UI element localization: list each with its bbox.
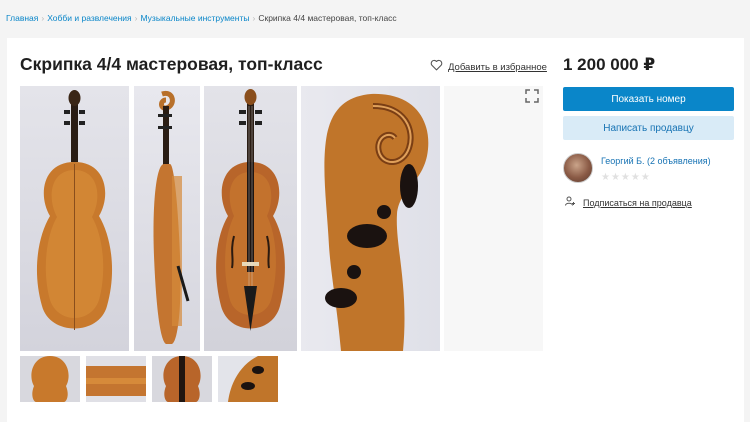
subscribe-seller-button[interactable]: Подписаться на продавца xyxy=(564,194,692,212)
photo-violin-side[interactable] xyxy=(134,86,200,351)
listing-card: Скрипка 4/4 мастеровая, топ-класс Добави… xyxy=(7,38,744,422)
price: 1 200 000 ₽ xyxy=(563,55,656,74)
seller-info: Георгий Б. (2 объявления) ★★★★★ xyxy=(563,153,711,183)
thumbnail-1[interactable] xyxy=(20,356,80,402)
avatar[interactable] xyxy=(563,153,593,183)
breadcrumb-current: Скрипка 4/4 мастеровая, топ-класс xyxy=(258,13,397,23)
photo-violin-front[interactable] xyxy=(204,86,297,351)
subscribe-seller-label: Подписаться на продавца xyxy=(583,198,692,208)
show-phone-button[interactable]: Показать номер xyxy=(563,87,734,111)
breadcrumb-hobby[interactable]: Хобби и развлечения xyxy=(47,13,131,23)
thumbnail-strip xyxy=(20,356,278,402)
breadcrumb-separator: › xyxy=(252,13,256,23)
user-plus-icon xyxy=(564,194,576,212)
seller-name-link[interactable]: Георгий Б. (2 объявления) xyxy=(601,156,711,166)
breadcrumb-home[interactable]: Главная xyxy=(6,13,38,23)
thumbnail-4[interactable] xyxy=(218,356,278,402)
breadcrumb-separator: › xyxy=(41,13,45,23)
photo-violin-back[interactable] xyxy=(20,86,129,351)
write-seller-button[interactable]: Написать продавцу xyxy=(563,116,734,140)
photo-violin-scroll[interactable] xyxy=(301,86,440,351)
thumbnail-3[interactable] xyxy=(152,356,212,402)
heart-icon xyxy=(430,58,443,76)
add-to-favorites-label: Добавить в избранное xyxy=(448,61,547,73)
thumbnail-2[interactable] xyxy=(86,356,146,402)
breadcrumb-music[interactable]: Музыкальные инструменты xyxy=(141,13,250,23)
add-to-favorites-button[interactable]: Добавить в избранное xyxy=(430,58,547,76)
fullscreen-icon[interactable] xyxy=(525,89,539,103)
breadcrumb-separator: › xyxy=(134,13,138,23)
seller-rating-stars: ★★★★★ xyxy=(601,172,651,183)
breadcrumb: Главная › Хобби и развлечения › Музыкальные … xyxy=(6,13,397,23)
page-title: Скрипка 4/4 мастеровая, топ-класс xyxy=(20,54,323,74)
photo-placeholder xyxy=(444,86,543,351)
